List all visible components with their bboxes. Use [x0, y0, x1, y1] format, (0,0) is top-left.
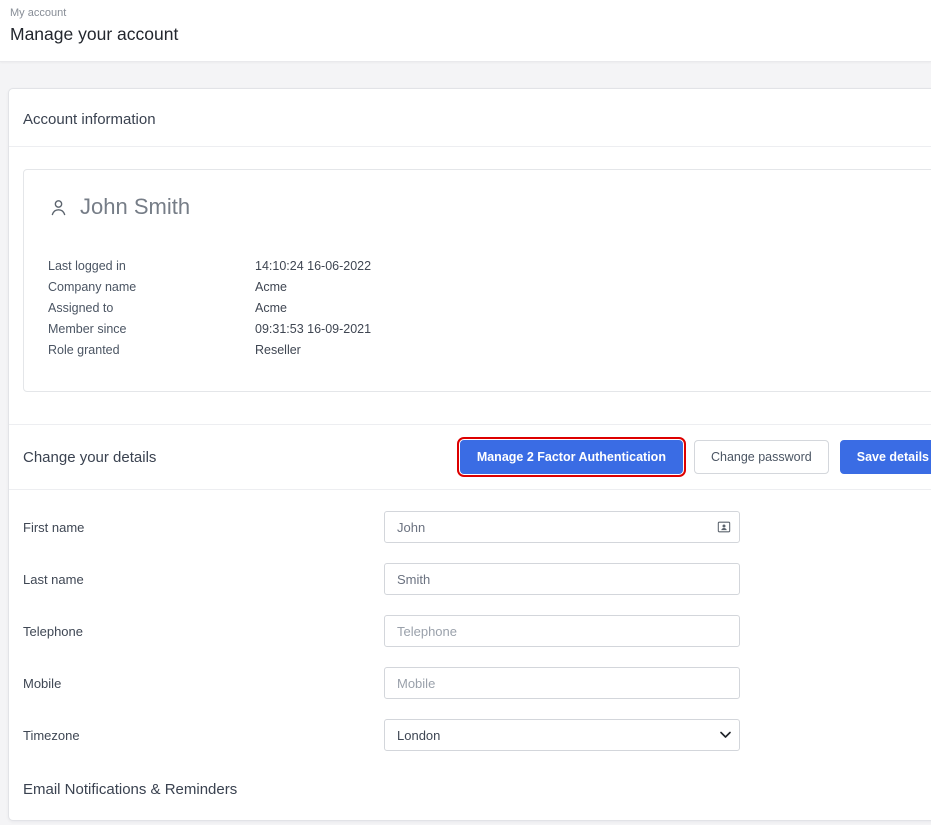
- detail-value: 14:10:24 16-06-2022: [255, 259, 372, 273]
- account-detail-row: Last logged in 14:10:24 16-06-2022: [48, 256, 923, 277]
- account-detail-row: Assigned to Acme: [48, 298, 923, 319]
- page-header: My account Manage your account: [0, 0, 931, 62]
- user-icon: [48, 197, 69, 218]
- mobile-input[interactable]: [384, 667, 740, 699]
- autofill-contact-icon: [717, 520, 731, 534]
- change-details-form: First name Last name Telephone: [9, 490, 931, 761]
- detail-label: Assigned to: [48, 301, 114, 315]
- detail-value: Acme: [255, 280, 287, 294]
- last-name-label: Last name: [23, 571, 84, 587]
- breadcrumb[interactable]: My account: [10, 7, 931, 19]
- mobile-label: Mobile: [23, 675, 62, 691]
- section-title-change-details: Change your details: [23, 448, 157, 466]
- account-detail-row: Role granted Reseller: [48, 340, 923, 361]
- save-details-button[interactable]: Save details: [839, 440, 931, 474]
- first-name-input[interactable]: [384, 511, 740, 543]
- form-row-mobile: Mobile: [23, 657, 931, 709]
- detail-label: Member since: [48, 322, 127, 336]
- profile-summary-box: John Smith Last logged in 14:10:24 16-06…: [23, 169, 931, 392]
- form-row-timezone: Timezone London: [23, 709, 931, 761]
- detail-value: Reseller: [255, 343, 301, 357]
- detail-label: Last logged in: [48, 259, 126, 273]
- detail-value: Acme: [255, 301, 287, 315]
- account-detail-row: Member since 09:31:53 16-09-2021: [48, 319, 923, 340]
- detail-label: Company name: [48, 280, 137, 294]
- telephone-input[interactable]: [384, 615, 740, 647]
- account-details-list: Last logged in 14:10:24 16-06-2022 Compa…: [48, 256, 923, 361]
- form-row-first-name: First name: [23, 501, 931, 553]
- form-row-telephone: Telephone: [23, 605, 931, 657]
- telephone-label: Telephone: [23, 623, 83, 639]
- user-name: John Smith: [80, 194, 191, 219]
- form-row-last-name: Last name: [23, 553, 931, 605]
- detail-value: 09:31:53 16-09-2021: [255, 322, 372, 336]
- change-password-button[interactable]: Change password: [693, 440, 829, 474]
- account-detail-row: Company name Acme: [48, 277, 923, 298]
- first-name-label: First name: [23, 519, 85, 535]
- detail-label: Role granted: [48, 343, 120, 357]
- page-title: Manage your account: [10, 24, 179, 44]
- timezone-label: Timezone: [23, 727, 80, 743]
- section-title-email-notifications: Email Notifications & Reminders: [23, 781, 238, 798]
- last-name-input[interactable]: [384, 563, 740, 595]
- section-title-account-information: Account information: [23, 111, 156, 128]
- manage-2fa-button[interactable]: Manage 2 Factor Authentication: [456, 437, 686, 477]
- timezone-select[interactable]: London: [384, 719, 740, 751]
- account-card: Account information John Smith Last logg…: [8, 88, 931, 821]
- divider: [9, 146, 931, 147]
